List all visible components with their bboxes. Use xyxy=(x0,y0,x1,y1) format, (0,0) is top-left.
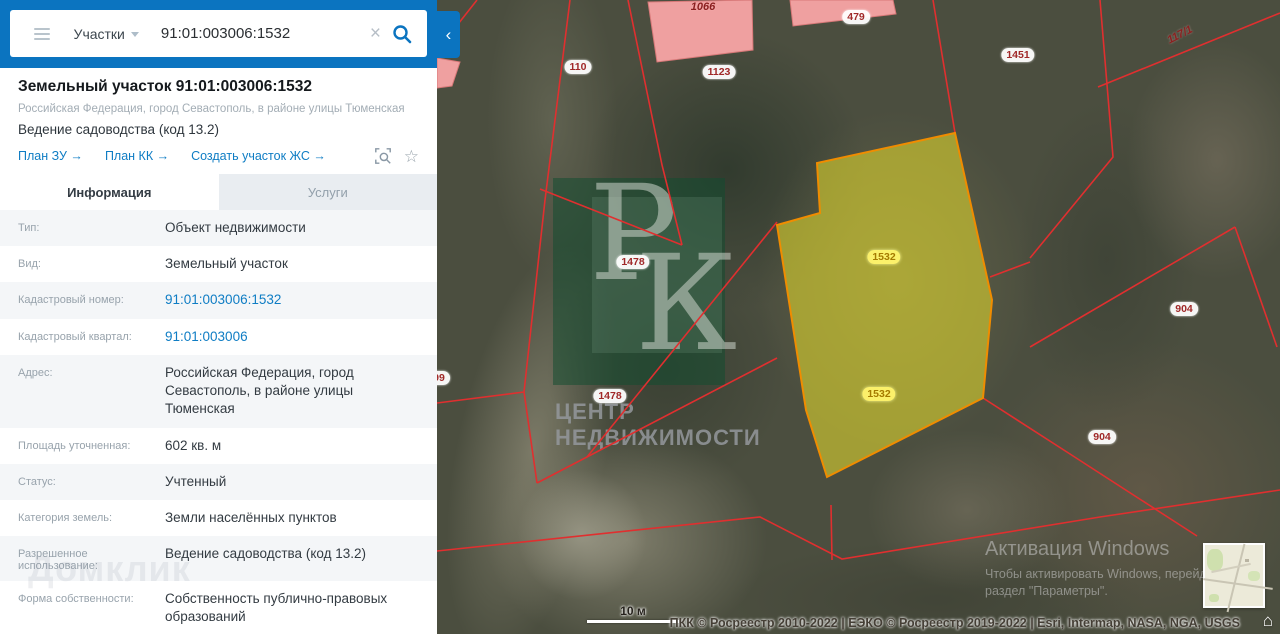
page-title: Земельный участок 91:01:003006:1532 xyxy=(18,78,312,95)
details-table: Тип: Объект недвижимости Вид: Земельный уч… xyxy=(0,210,437,634)
table-row: Вид: Земельный участок xyxy=(0,246,437,283)
minimap-park xyxy=(1207,549,1223,571)
favorite-star-icon[interactable]: ☆ xyxy=(404,148,419,165)
locate-on-map-icon[interactable] xyxy=(374,147,392,165)
create-parcel-link[interactable]: Создать участок ЖС → xyxy=(191,149,326,163)
table-row: Статус: Учтенный xyxy=(0,463,437,500)
home-icon[interactable]: ⌂ xyxy=(1263,612,1273,629)
map-attribution: ПКК © Росреестр 2010-2022 | ЕЭКО © Росре… xyxy=(669,616,1240,630)
tab-information[interactable]: Информация xyxy=(0,174,219,210)
cadastral-quarter-link[interactable]: 91:01:003006 xyxy=(165,328,423,346)
collapse-panel-button[interactable]: ‹ xyxy=(437,11,460,58)
object-address-subtitle: Российская Федерация, город Севастополь,… xyxy=(18,103,405,115)
parcel-label[interactable]: 110 xyxy=(564,60,592,74)
minimap-park xyxy=(1248,571,1260,581)
scale-label: 10 м xyxy=(620,604,646,618)
object-usage: Ведение садоводства (код 13.2) xyxy=(18,122,219,137)
cadastral-number-link[interactable]: 91:01:003006:1532 xyxy=(165,291,423,309)
selected-parcel-label[interactable]: 1532 xyxy=(867,250,901,264)
tab-services[interactable]: Услуги xyxy=(219,174,438,210)
table-row: Категория земель: Земли населённых пункто… xyxy=(0,499,437,537)
plan-zu-link[interactable]: План ЗУ → xyxy=(18,149,83,163)
parcel-label[interactable]: 1451 xyxy=(1001,48,1035,62)
menu-icon[interactable] xyxy=(34,27,50,40)
info-panel: Участки × Земельный участок 91:01:003006… xyxy=(0,0,437,634)
minimap-road xyxy=(1203,578,1273,590)
scale-bar: 10 м xyxy=(587,604,679,623)
search-category-dropdown[interactable]: Участки xyxy=(74,26,139,42)
search-category-label: Участки xyxy=(73,25,125,42)
search-header: Участки × xyxy=(0,0,437,68)
chevron-down-icon xyxy=(130,32,139,37)
minimap-park xyxy=(1209,594,1219,602)
table-row: Кадастровый номер: 91:01:003006:1532 xyxy=(0,282,437,319)
plan-kk-link[interactable]: План КК → xyxy=(105,149,169,163)
parcel-label[interactable]: 1123 xyxy=(702,65,736,79)
parcel-label: 1066 xyxy=(690,1,716,13)
parcel-label[interactable]: 904 xyxy=(1088,430,1116,444)
table-row: Площадь уточненная: 602 кв. м xyxy=(0,427,437,464)
minimap-road xyxy=(1226,543,1246,613)
satellite-map[interactable]: Р К ЦЕНТР НЕДВИЖИМОСТИ 1066 479 110 1123… xyxy=(437,0,1280,634)
object-links: План ЗУ → План КК → Создать участок ЖС →… xyxy=(18,147,419,165)
parcel-label[interactable]: 479 xyxy=(842,10,870,24)
selected-parcel-label[interactable]: 1532 xyxy=(862,387,896,401)
cadastral-lines xyxy=(437,0,1280,561)
parcel-label[interactable]: 99 xyxy=(437,371,450,385)
table-row: Адрес: Российская Федерация, город Севаст… xyxy=(0,354,437,428)
parcel-label[interactable]: 1478 xyxy=(593,389,627,403)
table-row: Тип: Объект недвижимости xyxy=(0,210,437,247)
search-box: Участки × xyxy=(10,10,427,57)
search-input[interactable] xyxy=(160,25,360,42)
parcel-label[interactable]: 904 xyxy=(1170,302,1198,316)
search-icon[interactable] xyxy=(391,23,413,45)
table-row: Кадастровый квартал: 91:01:003006 xyxy=(0,318,437,355)
table-row: Форма собственности: Собственность публич… xyxy=(0,581,437,634)
cadastral-map-app: Р К ЦЕНТР НЕДВИЖИМОСТИ 1066 479 110 1123… xyxy=(0,0,1280,634)
object-summary: Земельный участок 91:01:003006:1532 Росс… xyxy=(0,68,437,165)
clear-search-icon[interactable]: × xyxy=(360,24,391,43)
table-row: Разрешенное использование: Ведение садово… xyxy=(0,536,437,582)
selected-parcel-1532[interactable] xyxy=(775,131,994,479)
building-footprints xyxy=(437,0,897,89)
minimap-marker xyxy=(1245,559,1249,562)
parcel-label[interactable]: 1478 xyxy=(616,255,650,269)
tab-bar: Информация Услуги xyxy=(0,174,437,210)
overview-minimap[interactable] xyxy=(1203,543,1273,613)
